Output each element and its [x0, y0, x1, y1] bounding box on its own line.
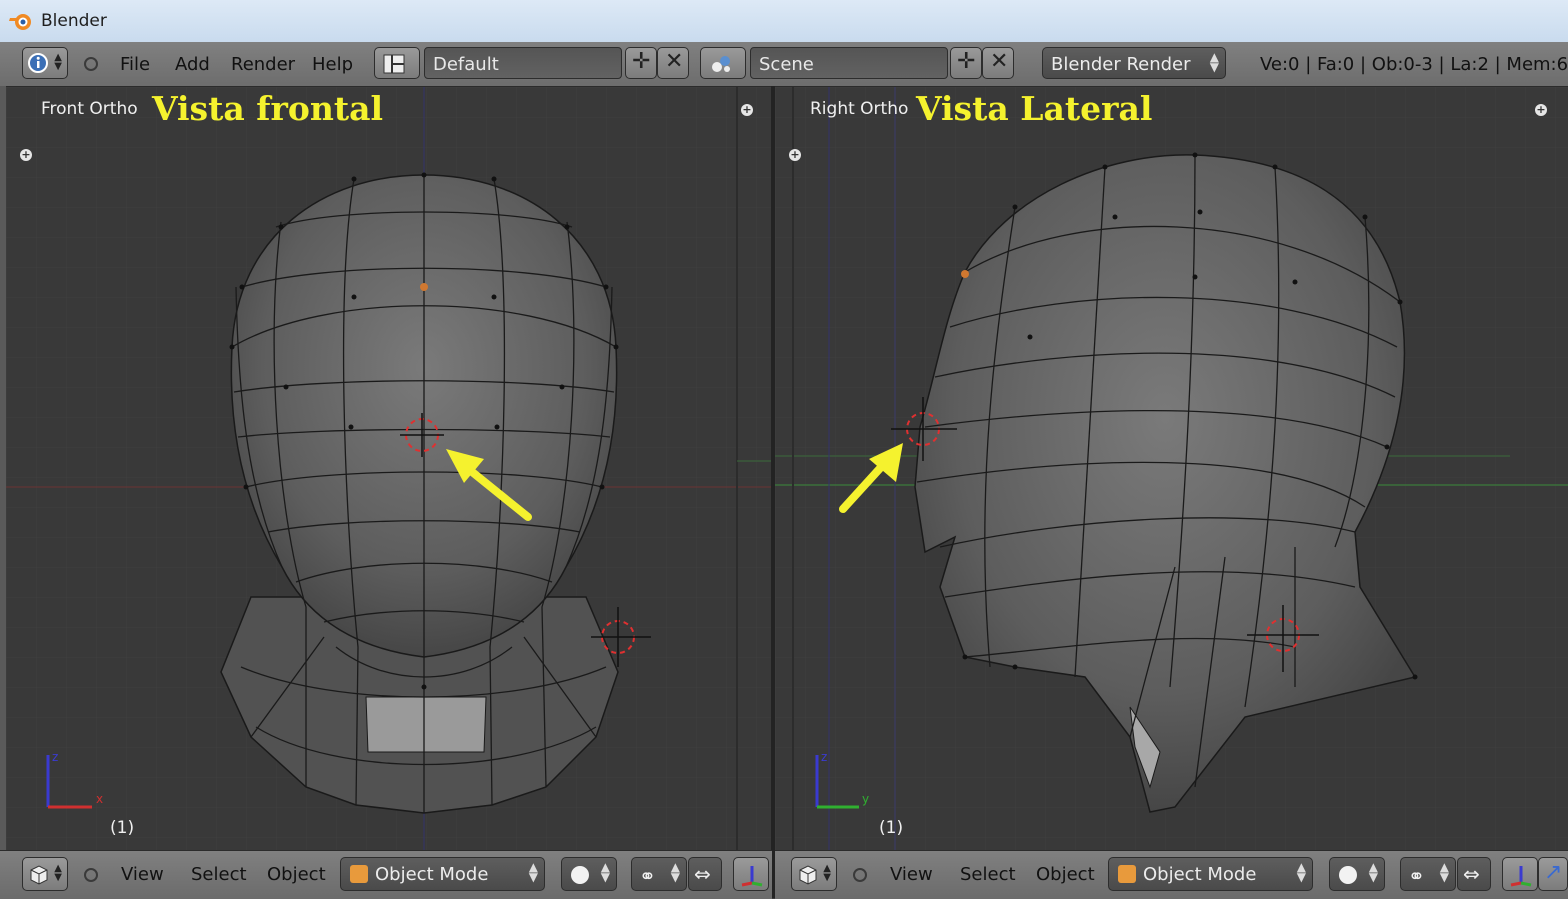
axis-manipulator-icon [741, 866, 763, 887]
solid-shading-icon [571, 866, 589, 884]
delete-layout-button[interactable]: ✕ [657, 47, 689, 79]
screen-layout-button[interactable] [374, 47, 420, 79]
updown-arrows-icon: ▲ ▼ [670, 860, 680, 884]
menu-help[interactable]: Help [312, 54, 353, 75]
plus-icon: ✛ [957, 49, 976, 74]
scene-name-field[interactable]: Scene [750, 47, 948, 79]
3d-view-icon [30, 865, 48, 885]
close-icon: ✕ [665, 49, 684, 74]
3d-view-icon [799, 865, 817, 885]
render-engine-dropdown[interactable]: Blender Render ▲ ▼ [1042, 47, 1226, 79]
viewport-label: Right Ortho [810, 99, 909, 119]
pivot-icon: ⚭ [639, 864, 656, 888]
transform-manipulator-button[interactable] [1502, 857, 1538, 891]
collapse-menu-icon[interactable] [84, 868, 98, 882]
layout-grid-icon [383, 54, 405, 74]
screen-layout-field[interactable]: Default [424, 47, 622, 79]
updown-arrows-icon: ▲ ▼ [528, 860, 538, 884]
editor-type-button[interactable]: ▲ ▼ [22, 857, 68, 891]
manipulator-icon: ⇔ [694, 862, 711, 886]
info-icon [28, 53, 48, 73]
object-cube-icon [1118, 865, 1136, 883]
object-cube-icon [350, 865, 368, 883]
annotation-title: Vista Lateral [916, 89, 1153, 128]
mode-label: Object Mode [375, 864, 489, 885]
updown-arrows-icon: ▲ ▼ [600, 860, 610, 884]
add-scene-button[interactable]: ✛ [950, 47, 982, 79]
viewport-right-ortho[interactable]: y z Right Ortho Vista Lateral + + (1) [775, 87, 1568, 850]
manipulator-toggle[interactable]: ⇔ [688, 857, 722, 891]
viewport-front-ortho[interactable]: x z Front Ortho Vista frontal + + (1) [6, 87, 771, 850]
menu-select[interactable]: Select [960, 864, 1016, 885]
viewport-label: Front Ortho [41, 99, 138, 119]
menu-view[interactable]: View [121, 864, 164, 885]
mode-dropdown[interactable]: Object Mode ▲ ▼ [1108, 857, 1313, 891]
pivot-point-dropdown[interactable]: ⚭ ▲ ▼ [1400, 857, 1456, 891]
manipulator-icon: ⇔ [1463, 862, 1480, 886]
updown-arrows-icon: ▲ ▼ [1296, 860, 1306, 884]
window-title: Blender [41, 11, 107, 31]
manipulator-toggle[interactable]: ⇔ [1457, 857, 1491, 891]
viewport-shading-dropdown[interactable]: ▲ ▼ [561, 857, 617, 891]
editor-type-button[interactable]: ▲ ▼ [791, 857, 837, 891]
viewport-header-right: ▲ ▼ View Select Object Object Mode ▲ ▼ ▲ ▼ … [775, 850, 1568, 899]
annotation-title: Vista frontal [152, 89, 383, 128]
menu-file[interactable]: File [120, 54, 150, 75]
menu-object[interactable]: Object [267, 864, 326, 885]
plus-icon: ✛ [632, 49, 651, 74]
translate-manipulator-button[interactable]: ↗ [1538, 857, 1568, 891]
toolshelf-toggle-icon[interactable]: + [789, 149, 801, 161]
info-header: ▲ ▼ File Add Render Help Default ✛ ✕ Scen… [0, 42, 1568, 87]
transform-manipulator-button[interactable] [733, 857, 769, 891]
menu-render[interactable]: Render [231, 54, 295, 75]
mode-dropdown[interactable]: Object Mode ▲ ▼ [340, 857, 545, 891]
svg-text:y: y [862, 792, 869, 806]
arrow-icon: ↗ [1544, 860, 1563, 885]
viewport-header-front: ▲ ▼ View Select Object Object Mode ▲ ▼ ▲ ▼ … [0, 850, 772, 899]
updown-arrows-icon: ▲ ▼ [1439, 860, 1449, 884]
menu-object[interactable]: Object [1036, 864, 1095, 885]
axis-manipulator-icon [1510, 866, 1532, 887]
svg-text:z: z [52, 750, 58, 764]
menu-view[interactable]: View [890, 864, 933, 885]
editor-type-button[interactable]: ▲ ▼ [22, 47, 68, 79]
delete-scene-button[interactable]: ✕ [982, 47, 1014, 79]
updown-arrows-icon: ▲ ▼ [1209, 50, 1219, 74]
toolshelf-toggle-icon[interactable]: + [20, 149, 32, 161]
render-engine-label: Blender Render [1051, 54, 1191, 75]
properties-toggle-icon[interactable]: + [741, 104, 753, 116]
front-head-mesh: x z [6, 87, 771, 850]
frame-number: (1) [110, 818, 135, 838]
frame-number: (1) [879, 818, 904, 838]
side-head-mesh: y z [775, 87, 1568, 850]
menu-select[interactable]: Select [191, 864, 247, 885]
mode-label: Object Mode [1143, 864, 1257, 885]
collapse-menu-icon[interactable] [84, 57, 98, 71]
solid-shading-icon [1339, 866, 1357, 884]
scene-stats: Ve:0 | Fa:0 | Ob:0-3 | La:2 | Mem:6.27 [1260, 54, 1568, 75]
window-titlebar: Blender [0, 0, 1568, 43]
viewport-shading-dropdown[interactable]: ▲ ▼ [1329, 857, 1385, 891]
pivot-point-dropdown[interactable]: ⚭ ▲ ▼ [631, 857, 687, 891]
scene-browse-button[interactable] [700, 47, 746, 79]
menu-add[interactable]: Add [175, 54, 210, 75]
close-icon: ✕ [990, 49, 1009, 74]
pivot-icon: ⚭ [1408, 864, 1425, 888]
blender-logo-icon [9, 14, 31, 30]
collapse-menu-icon[interactable] [853, 868, 867, 882]
properties-toggle-icon[interactable]: + [1535, 104, 1547, 116]
svg-text:x: x [96, 792, 103, 806]
svg-text:z: z [821, 750, 827, 764]
add-layout-button[interactable]: ✛ [625, 47, 657, 79]
updown-arrows-icon: ▲ ▼ [1368, 860, 1378, 884]
scene-icon [712, 56, 730, 72]
